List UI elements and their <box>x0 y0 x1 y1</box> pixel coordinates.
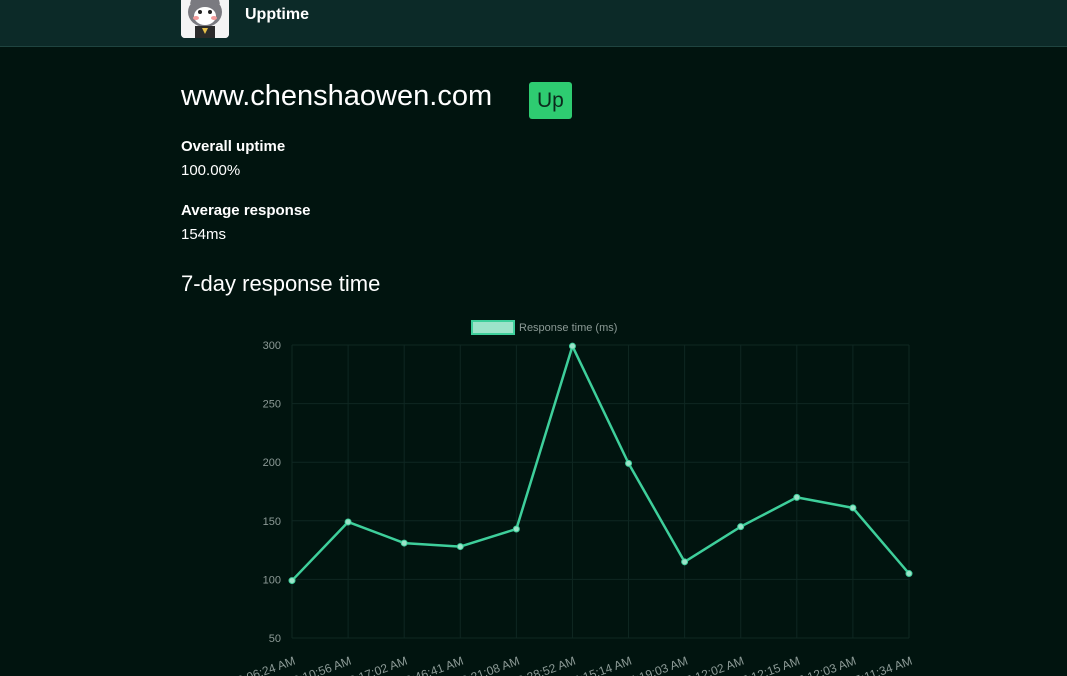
cat-mascot-icon <box>181 0 229 38</box>
response-label: Average response <box>181 202 311 219</box>
x-tick-label: 2:21:08 AM <box>460 654 522 676</box>
x-tick-label: 5:12:15 AM <box>740 654 802 676</box>
x-tick-label: 4:19:03 AM <box>628 654 690 676</box>
y-tick-label: 50 <box>269 633 281 645</box>
uptime-label: Overall uptime <box>181 138 286 155</box>
top-bar: Upptime <box>0 0 1067 47</box>
legend-swatch <box>471 320 515 335</box>
data-point <box>456 543 464 551</box>
legend-label: Response time (ms) <box>519 322 617 334</box>
data-point <box>568 342 576 350</box>
x-tick-label: 2:28:52 AM <box>516 654 578 676</box>
response-time-chart: 50 100 150 200 250 300 Response time (ms) 2:06:… <box>235 320 914 676</box>
y-tick-label: 250 <box>263 399 281 411</box>
section-title: 7-day response time <box>181 271 381 296</box>
data-point <box>681 558 689 566</box>
x-tick-label: 2:46:41 AM <box>403 654 465 676</box>
data-point <box>905 570 913 578</box>
x-tick-label: 5:12:03 AM <box>796 654 858 676</box>
site-title: www.chenshaowen.com <box>181 80 493 112</box>
data-point <box>288 577 296 585</box>
data-point <box>737 523 745 531</box>
series-line-response-time <box>291 344 910 582</box>
data-point <box>400 539 408 547</box>
data-point <box>849 504 857 512</box>
data-point <box>344 518 352 526</box>
x-tick-label: 5:12:02 AM <box>684 654 746 676</box>
response-value: 154ms <box>181 226 227 243</box>
x-tick-label: 2:17:02 AM <box>347 654 409 676</box>
x-tick-label: 2:06:24 AM <box>235 654 297 676</box>
logo-avatar[interactable] <box>181 0 229 38</box>
y-tick-label: 150 <box>263 516 281 528</box>
data-point <box>793 493 801 501</box>
x-tick-label: 5:11:34 AM <box>853 654 914 676</box>
status-badge: Up <box>529 82 572 119</box>
x-tick-label: 4:15:14 AM <box>572 654 634 676</box>
y-tick-label: 300 <box>263 340 281 352</box>
x-tick-label: 2:10:56 AM <box>291 654 353 676</box>
data-point <box>625 459 633 467</box>
data-point <box>512 525 520 533</box>
y-tick-label: 200 <box>263 457 281 469</box>
brand-name[interactable]: Upptime <box>245 6 309 24</box>
y-tick-label: 100 <box>263 574 281 586</box>
uptime-value: 100.00% <box>181 162 241 179</box>
